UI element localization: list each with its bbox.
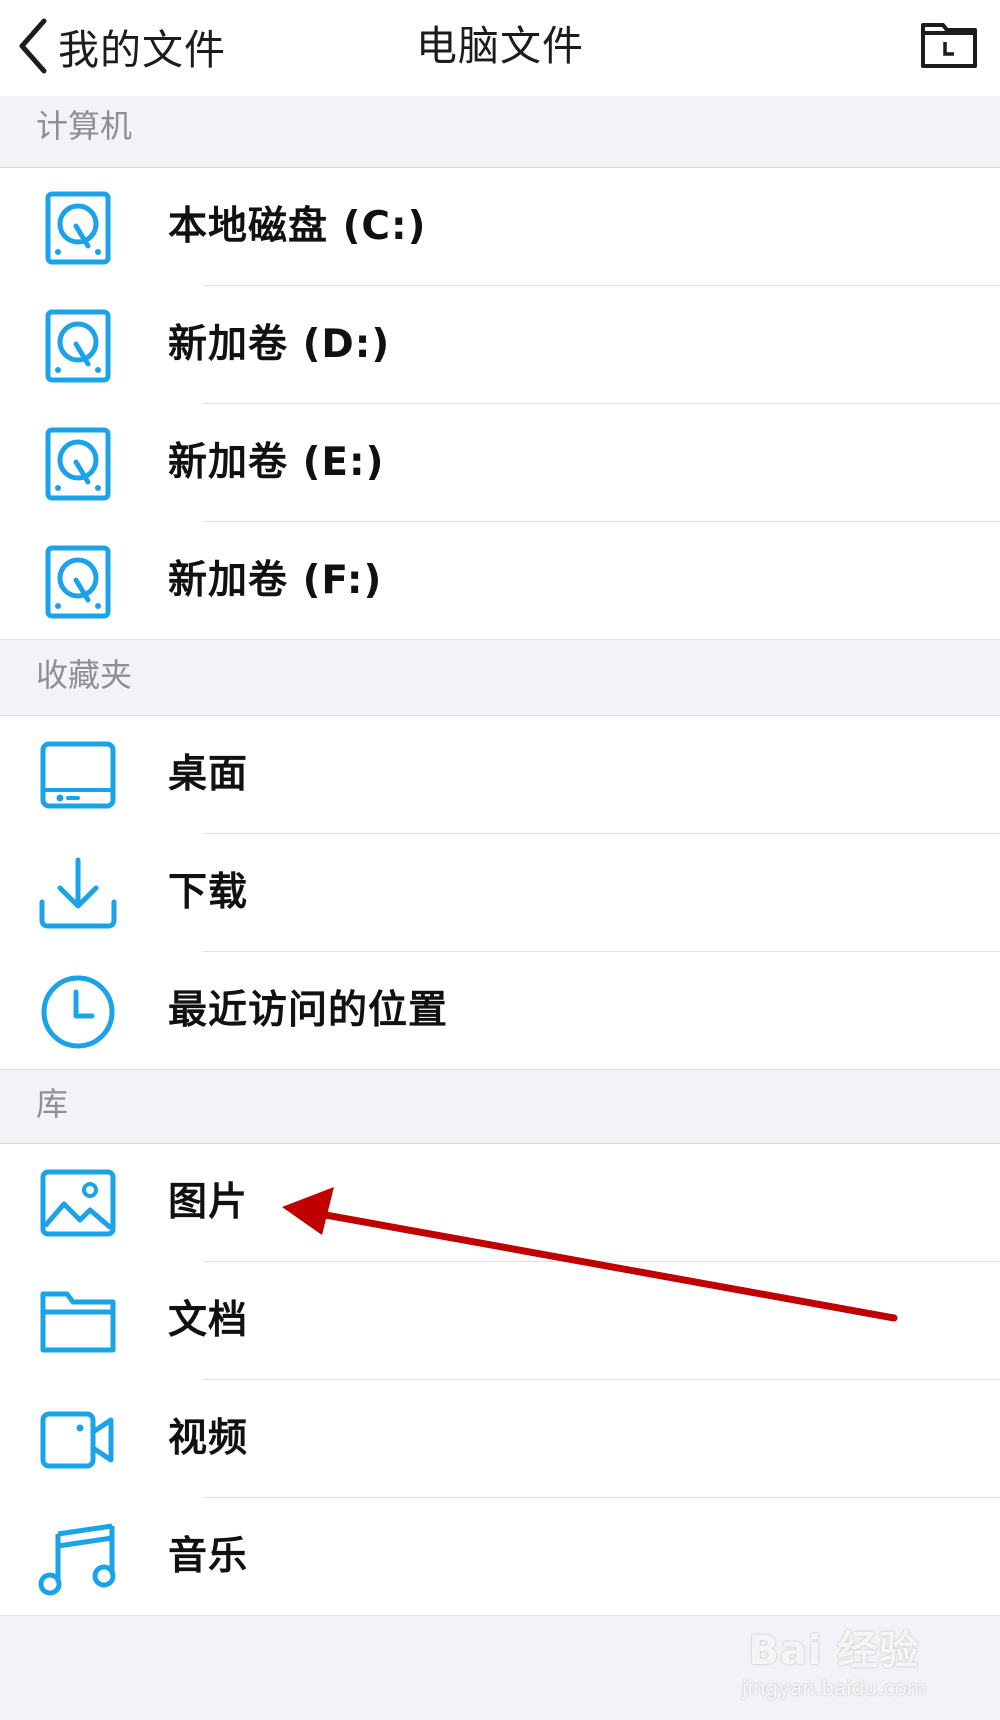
back-label: 我的文件 [58, 26, 226, 74]
list-item-pictures[interactable]: 图片 [0, 1144, 1000, 1262]
list-item-desktop[interactable]: 桌面 [0, 716, 1000, 834]
list-item-videos[interactable]: 视频 [0, 1380, 1000, 1498]
video-camera-icon [38, 1400, 118, 1480]
list-item-drive-f[interactable]: 新加卷 (F:) [0, 522, 1000, 640]
row-divider [0, 1615, 1000, 1616]
clock-icon [38, 972, 118, 1052]
list-item-label: 新加卷 (F:) [168, 558, 383, 603]
list-item-music[interactable]: 音乐 [0, 1498, 1000, 1616]
list-item-drive-e[interactable]: 新加卷 (E:) [0, 404, 1000, 522]
list-item-label: 视频 [168, 1416, 249, 1461]
list-item-downloads[interactable]: 下载 [0, 834, 1000, 952]
watermark: Bai 经验 jingyan.baidu.com [714, 1618, 954, 1700]
folder-history-button[interactable] [920, 18, 978, 70]
list-item-recent-places[interactable]: 最近访问的位置 [0, 952, 1000, 1070]
list-item-label: 本地磁盘 (C:) [168, 204, 427, 249]
watermark-url: jingyan.baidu.com [741, 1676, 927, 1700]
list-item-label: 桌面 [168, 752, 249, 797]
hard-disk-icon [38, 188, 118, 268]
section-header-library: 库 [0, 1070, 1000, 1144]
section-header-computer: 计算机 [0, 96, 1000, 168]
watermark-logo: Bai 经验 [748, 1628, 920, 1674]
list-item-label: 最近访问的位置 [168, 988, 449, 1033]
list-item-label: 图片 [168, 1180, 249, 1225]
download-icon [38, 854, 118, 934]
back-button[interactable]: 我的文件 [16, 14, 226, 78]
list-item-label: 新加卷 (D:) [168, 322, 391, 367]
chevron-left-icon [19, 18, 47, 74]
section-header-favorites: 收藏夹 [0, 640, 1000, 716]
folder-icon [38, 1282, 118, 1362]
list-item-drive-d[interactable]: 新加卷 (D:) [0, 286, 1000, 404]
list-item-documents[interactable]: 文档 [0, 1262, 1000, 1380]
navigation-bar: 我的文件 电脑文件 [0, 0, 1000, 97]
list-item-label: 文档 [168, 1298, 249, 1343]
hard-disk-icon [38, 306, 118, 386]
folder-history-icon [921, 23, 977, 68]
list-item-label: 新加卷 (E:) [168, 440, 385, 485]
desktop-icon [38, 736, 118, 816]
hard-disk-icon [38, 424, 118, 504]
music-note-icon [38, 1518, 118, 1598]
hard-disk-icon [38, 542, 118, 622]
list-item-drive-c[interactable]: 本地磁盘 (C:) [0, 168, 1000, 286]
list-item-label: 下载 [168, 870, 249, 915]
picture-icon [38, 1164, 118, 1244]
list-item-label: 音乐 [168, 1534, 249, 1579]
